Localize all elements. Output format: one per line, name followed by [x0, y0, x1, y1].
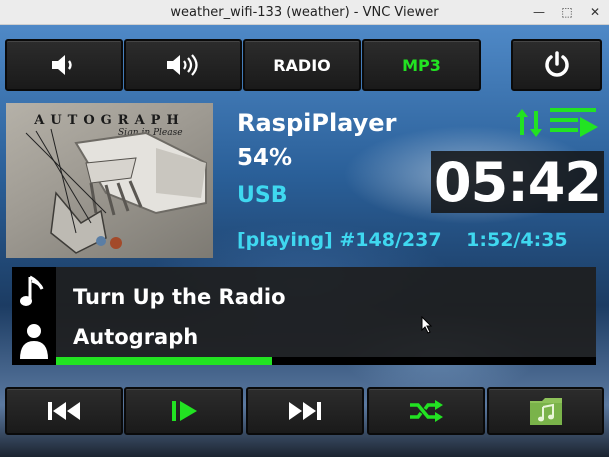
shuffle-button[interactable] — [367, 387, 485, 435]
player-app: RADIO MP3 AUTOGRAPH Sign in Please Raspi… — [0, 25, 609, 457]
playlist-play-icon[interactable] — [550, 108, 598, 137]
now-playing-icons — [12, 267, 56, 365]
progress-bar[interactable] — [56, 357, 596, 365]
track-artist: Autograph — [73, 325, 199, 349]
maximize-icon[interactable]: ⬚ — [559, 3, 575, 21]
playlist-position: [playing] #148/237 — [237, 229, 442, 251]
next-button[interactable] — [246, 387, 364, 435]
volume-up-button[interactable] — [124, 39, 242, 91]
skip-forward-icon — [289, 402, 321, 420]
previous-button[interactable] — [5, 387, 123, 435]
radio-label: RADIO — [273, 55, 331, 75]
now-playing-panel: Turn Up the Radio Autograph — [12, 267, 596, 365]
track-title: Turn Up the Radio — [73, 285, 286, 309]
music-folder-icon — [529, 398, 562, 425]
power-button[interactable] — [511, 39, 602, 91]
play-pause-button[interactable] — [124, 387, 243, 435]
album-cover: AUTOGRAPH Sign in Please — [6, 103, 213, 258]
mp3-button[interactable]: MP3 — [362, 39, 481, 91]
window-controls: — ⬚ ✕ — [531, 3, 603, 21]
music-note-icon — [20, 275, 44, 306]
radio-button[interactable]: RADIO — [243, 39, 361, 91]
close-icon[interactable]: ✕ — [587, 3, 603, 21]
mouse-cursor-icon — [421, 316, 433, 334]
library-button[interactable] — [487, 387, 604, 435]
window-title: weather_wifi-133 (weather) - VNC Viewer — [170, 4, 439, 20]
source-label: USB — [237, 183, 288, 208]
skip-back-icon — [48, 402, 80, 420]
speaker-low-icon — [52, 55, 72, 75]
volume-down-button[interactable] — [5, 39, 123, 91]
power-icon — [544, 51, 569, 77]
shuffle-icon — [410, 400, 443, 422]
sort-updown-icon[interactable] — [516, 109, 542, 137]
mp3-label: MP3 — [402, 55, 441, 75]
progress-fill — [56, 357, 272, 365]
player-name: RaspiPlayer — [237, 109, 397, 137]
title-bar: weather_wifi-133 (weather) - VNC Viewer … — [0, 0, 609, 25]
track-time: 1:52/4:35 — [466, 229, 568, 251]
clock-display: 05:42 — [431, 151, 604, 214]
playback-status: [playing] #148/237 1:52/4:35 — [237, 229, 568, 251]
mode-indicators — [516, 108, 598, 137]
album-artwork-image — [25, 128, 207, 254]
volume-level: 54% — [237, 145, 293, 171]
person-icon — [20, 324, 48, 359]
vnc-window: weather_wifi-133 (weather) - VNC Viewer … — [0, 0, 609, 457]
play-pause-icon — [171, 401, 197, 421]
minimize-icon[interactable]: — — [531, 3, 547, 21]
speaker-high-icon — [167, 54, 198, 76]
